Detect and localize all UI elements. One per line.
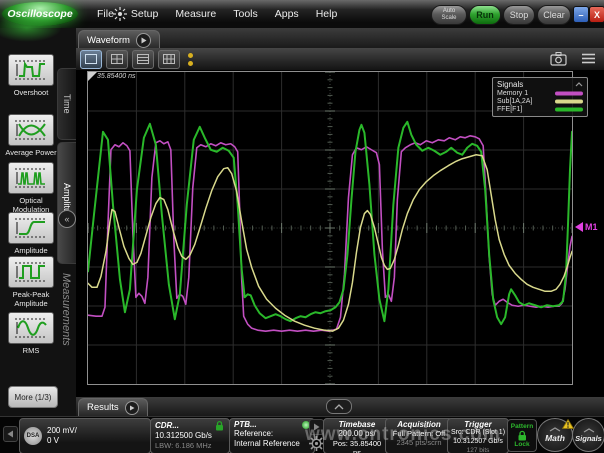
sidebar-item-peak-peak-amplitude[interactable]: Peak-Peak Amplitude [4, 256, 58, 308]
marker-m1-triangle-icon [575, 222, 583, 232]
oscilloscope-app: Oscilloscope File Setup Measure Tools Ap… [0, 0, 604, 453]
menu-help[interactable]: Help [316, 8, 338, 20]
trigger-bits: 127 bits [450, 447, 506, 453]
trigger-rate: 10.312507 Gb/s [450, 438, 506, 447]
menu-bar: File Setup Measure Tools Apps Help [97, 0, 337, 28]
layout-stacked-button[interactable] [132, 50, 154, 69]
title-bar: Oscilloscope File Setup Measure Tools Ap… [0, 0, 604, 28]
layout-six-pane-button[interactable] [158, 50, 180, 69]
layout-quad-button[interactable] [106, 50, 128, 69]
menu-file[interactable]: File [97, 8, 114, 20]
sine-wave-icon [8, 312, 54, 344]
legend-entry: Memory 1 [497, 90, 583, 97]
sidebar-item-rms[interactable]: RMS [4, 312, 58, 355]
channel-offset: 0 V [47, 436, 77, 446]
display-toolbar [76, 48, 604, 70]
sidebar-item-overshoot[interactable]: Overshoot [4, 54, 58, 97]
signals-legend[interactable]: Signals Memory 1 Sub[1A,2A] FFE[F1] [492, 77, 588, 117]
logo-glow [0, 14, 62, 42]
minimize-button[interactable]: – [573, 6, 589, 23]
cdr-lock-icon [214, 420, 225, 431]
chevron-up-icon [549, 427, 561, 432]
signals-button[interactable]: Signals [572, 418, 604, 452]
sidebar-item-amplitude[interactable]: Amplitude [4, 212, 58, 255]
waveform-display[interactable]: 35.85400 ns [87, 71, 573, 385]
sidebar-collapse-icon[interactable]: « [58, 210, 76, 228]
timebase-position-label: 35.85400 ns [97, 73, 136, 80]
legend-swatch-sub [555, 99, 583, 104]
cdr-lbw: LBW: 6.186 MHz [155, 441, 225, 450]
legend-swatch-ffe [555, 107, 583, 112]
menu-apps[interactable]: Apps [275, 8, 299, 20]
menu-measure[interactable]: Measure [175, 8, 216, 20]
tab-amplitude[interactable]: Amplitude [57, 142, 76, 264]
timebase-panel[interactable]: Timebase 200.00 ps/ Pos: 35.85400 ns [323, 418, 391, 453]
display-menu-icon[interactable] [581, 51, 596, 66]
acquisition-line1: Full Pattern: Off [390, 429, 448, 438]
legend-collapse-icon[interactable] [575, 82, 583, 87]
tab-results[interactable]: Results [78, 398, 148, 416]
modulation-waveform-icon [8, 162, 54, 194]
overshoot-waveform-icon [8, 54, 54, 86]
legend-entry: FFE[F1] [497, 106, 583, 113]
toolbar-indicator-dots [188, 53, 193, 66]
legend-title: Signals [497, 80, 523, 89]
more-measurements-button[interactable]: More (1/3) [8, 386, 58, 408]
channel-panel[interactable]: DSA 200 mV/ 0 V [19, 418, 151, 453]
indicator-dot [188, 61, 193, 66]
tab-waveform[interactable]: Waveform [78, 30, 160, 49]
layout-single-button[interactable] [80, 50, 102, 69]
waveform-canvas [88, 72, 572, 384]
pattern-lock-button[interactable]: Pattern Lock [507, 419, 537, 452]
measurements-sidebar: Overshoot Average Power Optical Modulati… [0, 28, 76, 453]
ptb-line2: Internal Reference [234, 439, 310, 449]
panel-scroll-left-button[interactable] [3, 426, 18, 442]
sidebar-item-average-power[interactable]: Average Power [4, 114, 58, 157]
run-button[interactable]: Run [469, 5, 501, 25]
stop-button[interactable]: Stop [503, 5, 535, 25]
pattern-lock-icon [516, 430, 528, 441]
results-expand-icon[interactable] [326, 399, 352, 414]
sidebar-item-optical-modulation[interactable]: Optical Modulation [4, 162, 58, 214]
channel-scale: 200 mV/ [47, 426, 77, 436]
ptb-line1: Reference: [234, 429, 310, 439]
clear-button[interactable]: Clear [537, 5, 571, 25]
cdr-panel[interactable]: CDR... 10.312500 Gb/s LBW: 6.186 MHz [150, 418, 230, 453]
timebase-position: Pos: 35.85400 ns [328, 439, 386, 453]
amplitude-step-icon [8, 212, 54, 244]
ptb-panel[interactable]: PTB... Reference: Internal Reference [229, 418, 315, 453]
waveform-tab-play-icon[interactable] [136, 33, 151, 48]
cdr-rate: 10.312500 Gb/s [155, 431, 225, 441]
tab-time[interactable]: Time [57, 68, 76, 140]
acquisition-line2: 2345 pts/scrn [390, 438, 448, 447]
marker-m1[interactable]: M1 [575, 222, 598, 232]
timebase-corner-marker [88, 72, 97, 81]
panel-scroll-right-button[interactable] [309, 419, 324, 435]
menu-setup[interactable]: Setup [131, 8, 158, 20]
square-wave-icon [8, 256, 54, 288]
menu-tools[interactable]: Tools [233, 8, 258, 20]
chevron-up-icon [583, 428, 595, 433]
math-warning-icon [562, 419, 574, 429]
trigger-source: Src: CDR (Slot 1) [450, 429, 506, 438]
status-bar: DSA 200 mV/ 0 V CDR... 10.312500 Gb/s LB… [0, 416, 604, 453]
results-tabstrip: Results [76, 397, 604, 416]
auto-scale-button[interactable]: Auto Scale [431, 5, 467, 25]
waveform-tabstrip: Waveform [76, 28, 604, 48]
indicator-dot [188, 53, 193, 58]
trigger-panel[interactable]: Trigger Src: CDR (Slot 1) 10.312507 Gb/s… [447, 418, 509, 453]
results-tab-play-icon[interactable] [125, 401, 139, 415]
legend-swatch-memory1 [555, 91, 583, 96]
legend-entry: Sub[1A,2A] [497, 98, 583, 105]
timebase-scale: 200.00 ps/ [328, 429, 386, 439]
dsa-channel-badge: DSA [24, 427, 42, 445]
measurements-panel-label: Measurements [57, 273, 75, 423]
eye-diagram-icon [8, 114, 54, 146]
screenshot-camera-icon[interactable] [550, 51, 567, 66]
close-button[interactable]: X [589, 6, 604, 23]
acquisition-panel[interactable]: Acquisition Full Pattern: Off 2345 pts/s… [385, 418, 453, 453]
